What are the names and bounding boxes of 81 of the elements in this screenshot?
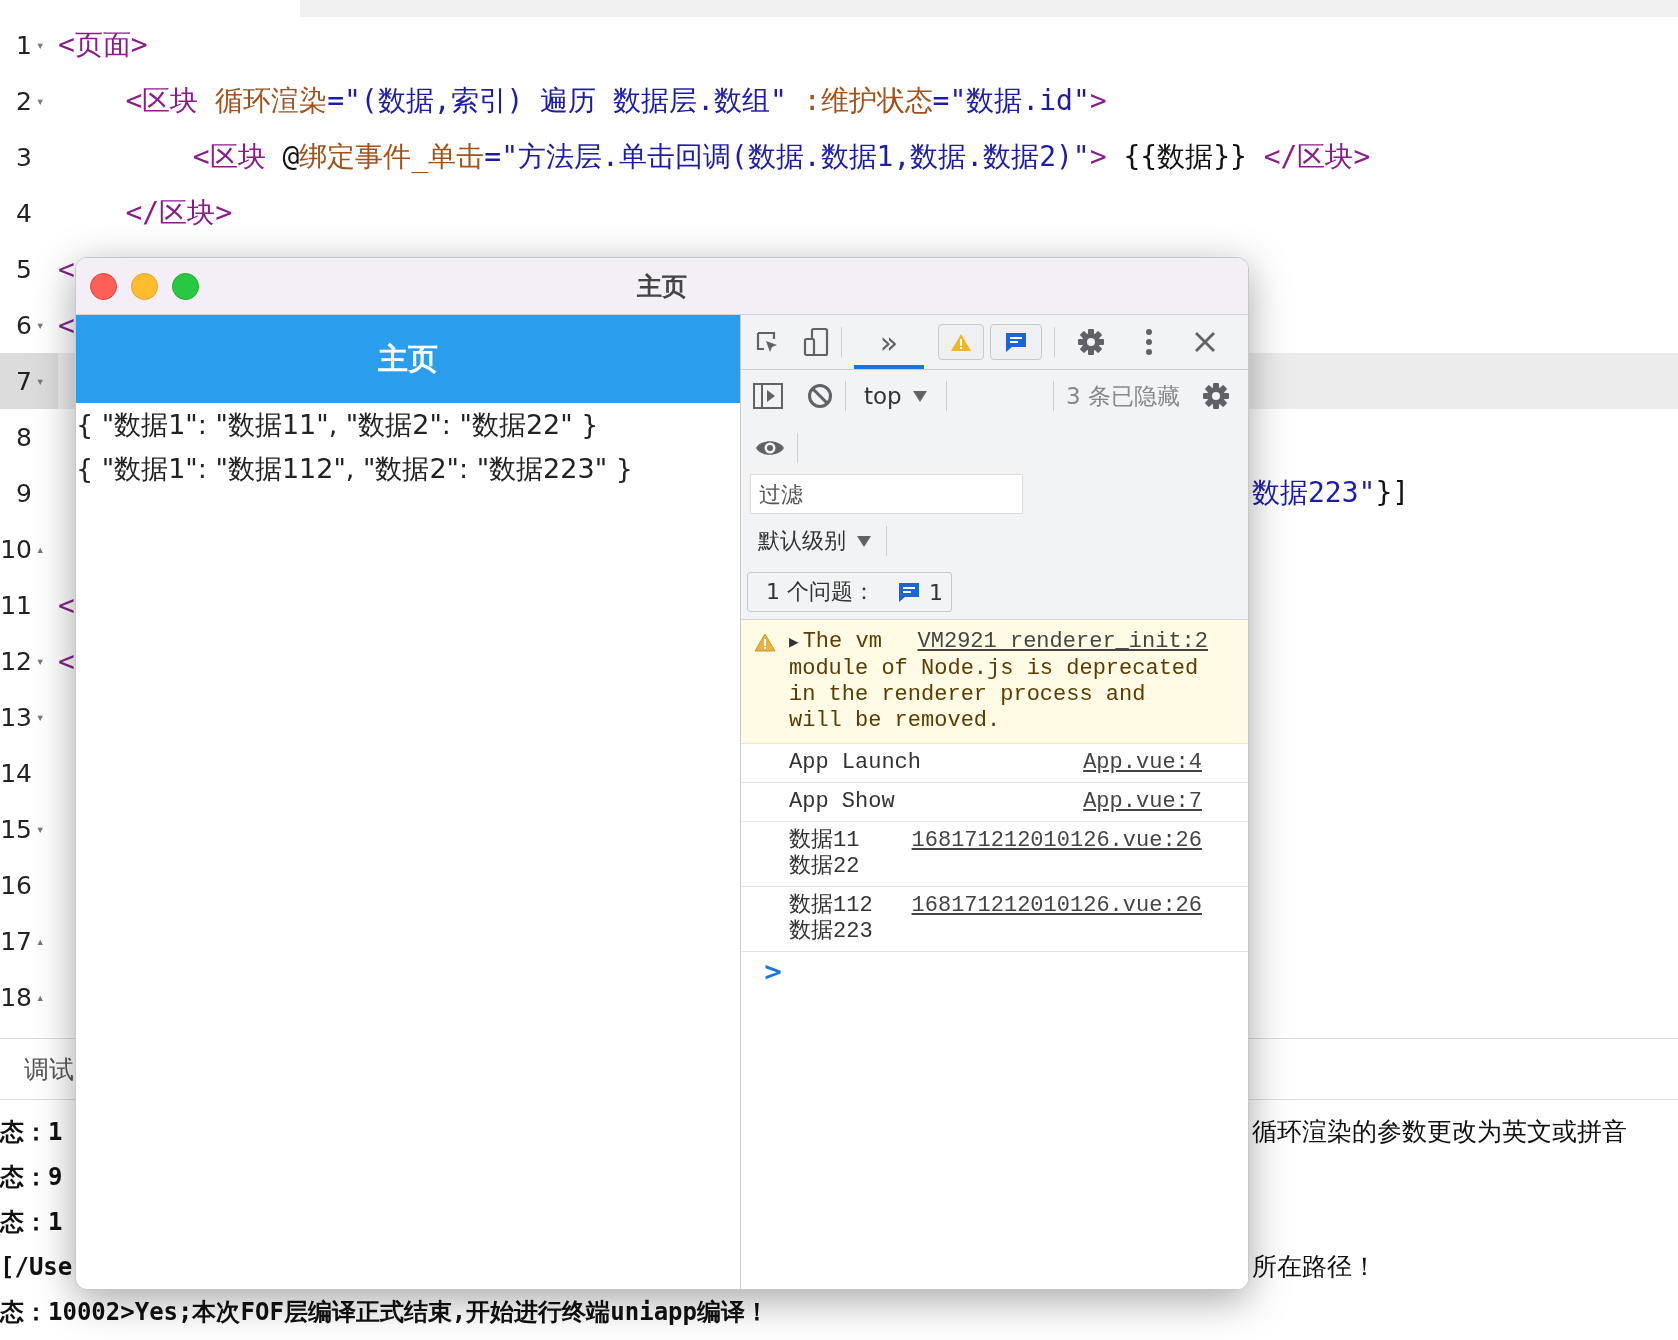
console-line: 态：1 (0, 1116, 63, 1148)
log-text: 数据11 数据22 (789, 828, 860, 879)
log-text: App Launch (789, 750, 922, 775)
code-line: <区块 循环渲染="(数据,索引) 遍历 数据层.数组" :维护状态="数据.id"> (124, 83, 1107, 119)
line-number: 3 (15, 142, 32, 172)
page-title: 主页 (378, 339, 438, 378)
source-link[interactable]: App.vue:4 (1083, 750, 1202, 776)
fold-arrow[interactable]: ▾ (36, 709, 45, 725)
line-number: 4 (15, 198, 32, 228)
line-number: 7 (15, 366, 32, 396)
code-line: < (58, 252, 75, 286)
code-line: < (58, 308, 75, 342)
clear-console-icon[interactable] (807, 383, 833, 409)
code-line: < (58, 588, 75, 622)
line-number: 9 (15, 478, 32, 508)
code-line: < (58, 644, 75, 678)
fold-arrow[interactable]: ▴ (36, 541, 45, 557)
fold-arrow[interactable]: ▾ (36, 317, 45, 333)
fold-arrow[interactable]: ▾ (36, 93, 45, 109)
line-number: 10 (0, 534, 32, 564)
debug-tab[interactable]: 调试 (24, 1052, 74, 1086)
console-line: 循环渲染的参数更改为英文或拼音 (1252, 1116, 1628, 1148)
expand-arrow[interactable]: ▶ (789, 630, 799, 656)
data-item: { "数据1": "数据11", "数据2": "数据22" } (76, 408, 600, 442)
message-icon (897, 581, 921, 603)
message-icon (1004, 331, 1028, 353)
fold-arrow[interactable]: ▾ (36, 373, 45, 389)
close-icon[interactable] (1193, 330, 1217, 354)
more-options-icon[interactable] (1145, 328, 1153, 356)
issues-button[interactable]: 1 个问题： 1 (747, 572, 952, 612)
line-number: 16 (0, 870, 32, 900)
console-line: 所在路径！ (1252, 1251, 1378, 1283)
line-number: 12 (0, 646, 32, 676)
source-link[interactable]: 168171212010126.vue:26 (911, 893, 1202, 919)
caret-icon (856, 534, 872, 548)
line-number: 14 (0, 758, 32, 788)
console-line: [/Use (0, 1252, 73, 1281)
inspect-icon[interactable] (755, 330, 779, 354)
line-number: 1 (15, 30, 32, 60)
line-number: 2 (15, 86, 32, 116)
data-item: { "数据1": "数据112", "数据2": "数据223" } (76, 452, 634, 486)
message-filter-button[interactable] (990, 324, 1042, 360)
line-number: 17 (0, 926, 32, 956)
source-link[interactable]: 168171212010126.vue:26 (911, 828, 1202, 854)
console-prompt[interactable]: > (763, 958, 784, 986)
source-link[interactable]: App.vue:7 (1083, 789, 1202, 815)
code-line: 数据223"}] (1252, 475, 1410, 511)
fold-arrow[interactable]: ▾ (36, 653, 45, 669)
log-level-dropdown[interactable]: 默认级别 (758, 526, 872, 556)
device-icon[interactable] (803, 327, 829, 357)
close-window-button[interactable] (90, 272, 117, 300)
line-number: 13 (0, 702, 32, 732)
fold-arrow[interactable]: ▴ (36, 989, 45, 1005)
line-number: 8 (15, 422, 32, 452)
warning-icon (754, 632, 776, 653)
sidebar-toggle-icon[interactable] (753, 383, 783, 409)
fold-arrow[interactable]: ▾ (36, 821, 45, 837)
context-dropdown[interactable]: top (858, 383, 934, 409)
window-title: 主页 (637, 270, 687, 303)
log-text: The vm (802, 629, 882, 655)
line-number: 11 (0, 590, 32, 620)
log-text: App Show (789, 789, 895, 814)
fold-arrow[interactable]: ▴ (36, 933, 45, 949)
hidden-count: 3 条已隐藏 (1066, 381, 1180, 411)
line-number: 18 (0, 982, 32, 1012)
more-tabs-tab[interactable]: » (854, 315, 924, 369)
code-line: </区块> (124, 195, 232, 231)
log-text: module of Node.js is deprecated in the renderer process and will be removed. (789, 656, 1200, 734)
fold-arrow[interactable]: ▾ (36, 37, 45, 53)
console-line: 态：9 (0, 1161, 63, 1193)
console-line: 态：10002>Yes;本次FOF层编译正式结束,开始进行终端uniapp编译！ (0, 1296, 769, 1328)
log-text: 数据112 数据223 (789, 893, 873, 944)
code-line: <页面> (58, 27, 148, 63)
code-line: <区块 @绑定事件_单击="方法层.单击回调(数据.数据1,数据.数据2)"> {{数据}} </区块> (191, 139, 1371, 175)
filter-field[interactable]: 过滤 (750, 474, 1023, 514)
caret-icon (911, 389, 928, 403)
console-line: 态：1 (0, 1206, 63, 1238)
line-number: 5 (15, 254, 32, 284)
line-number: 6 (15, 310, 32, 340)
source-link[interactable]: VM2921 renderer_init:2 (917, 629, 1208, 655)
line-number: 15 (0, 814, 32, 844)
